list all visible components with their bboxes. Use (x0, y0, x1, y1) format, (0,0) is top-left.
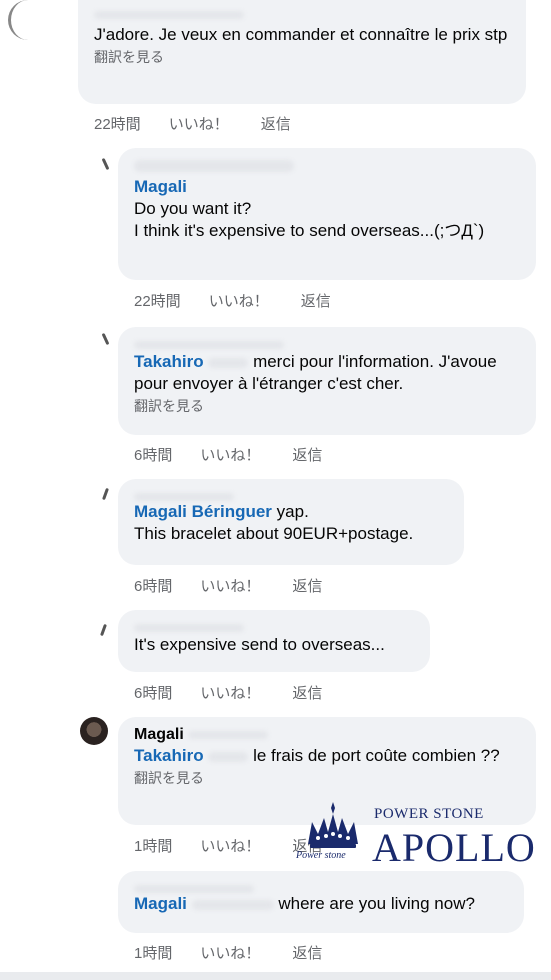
comment-text: Magali Béringuer yap. (134, 502, 309, 521)
redacted-name (134, 340, 284, 349)
comment-text: This bracelet about 90EUR+postage. (134, 524, 414, 543)
see-translation-link[interactable]: 翻訳を見る (134, 768, 520, 788)
comment-bubble: Magali Do you want it? I think it's expe… (118, 148, 536, 280)
comment-actions: 6時間 いいね！ 返信 (134, 575, 350, 596)
like-button[interactable]: いいね！ (169, 113, 229, 134)
comment-actions: 1時間 いいね！ 返信 (134, 942, 350, 963)
comment-actions: 22時間 いいね！ 返信 (94, 113, 319, 134)
comment-text: Takahiro le frais de port coûte combien … (134, 746, 500, 765)
comment-author[interactable]: Magali (134, 726, 184, 743)
like-button[interactable]: いいね！ (200, 835, 260, 856)
like-button[interactable]: いいね！ (200, 444, 260, 465)
reply-button[interactable]: 返信 (292, 575, 322, 596)
comment-text: Do you want it? (134, 199, 252, 218)
reply-button[interactable]: 返信 (261, 113, 291, 134)
timestamp[interactable]: 1時間 (134, 942, 172, 963)
watermark-text-sub: Power stone (296, 850, 346, 861)
comment-actions: 6時間 いいね！ 返信 (134, 682, 350, 703)
mention-link[interactable]: Magali Béringuer (134, 502, 272, 521)
comment-text: Magali where are you living now? (134, 894, 475, 913)
timestamp[interactable]: 1時間 (134, 835, 172, 856)
mention-link[interactable]: Magali (134, 894, 187, 913)
avatar[interactable] (101, 157, 110, 171)
comment-actions: 6時間 いいね！ 返信 (134, 444, 350, 465)
comment-bubble: Magali Béringuer yap. This bracelet abou… (118, 479, 464, 565)
see-translation-link[interactable]: 翻訳を見る (94, 47, 510, 67)
mention-link[interactable]: Magali (134, 176, 520, 198)
redacted-name (134, 492, 234, 501)
like-button[interactable]: いいね！ (200, 682, 260, 703)
comment-bubble: Takahiro merci pour l'information. J'avo… (118, 327, 536, 435)
redacted-name (191, 899, 274, 910)
like-button[interactable]: いいね！ (200, 942, 260, 963)
redacted-name (208, 357, 249, 368)
like-button[interactable]: いいね！ (200, 575, 260, 596)
watermark-logo: POWER STONE APOLLO Power stone (296, 800, 535, 872)
watermark-text-top: POWER STONE (374, 806, 484, 822)
comment-text: It's expensive send to overseas... (134, 635, 385, 654)
redacted-name (134, 884, 254, 893)
reply-button[interactable]: 返信 (292, 682, 322, 703)
comment-bubble: It's expensive send to overseas... (118, 610, 430, 672)
mention-link[interactable]: Takahiro (134, 746, 204, 765)
comment-bubble: J'adore. Je veux en commander et connaît… (78, 0, 526, 104)
timestamp[interactable]: 6時間 (134, 682, 172, 703)
reply-button[interactable]: 返信 (301, 290, 331, 311)
redacted-name (134, 159, 294, 172)
comment-text: J'adore. Je veux en commander et connaît… (94, 25, 508, 44)
comment-text: I think it's expensive to send overseas.… (134, 221, 485, 240)
comment-text: Takahiro merci pour l'information. J'avo… (134, 352, 497, 393)
redacted-name (208, 751, 249, 762)
reply-button[interactable]: 返信 (292, 942, 322, 963)
avatar[interactable] (80, 717, 108, 745)
avatar[interactable] (100, 623, 107, 637)
comment-bubble: Magali where are you living now? (118, 871, 524, 933)
avatar[interactable] (102, 487, 109, 501)
watermark-text-main: APOLLO (372, 825, 536, 870)
avatar[interactable] (101, 332, 110, 346)
bottom-divider (0, 972, 551, 980)
reply-button[interactable]: 返信 (292, 444, 322, 465)
redacted-name (134, 623, 244, 632)
like-button[interactable]: いいね！ (209, 290, 269, 311)
see-translation-link[interactable]: 翻訳を見る (134, 396, 520, 416)
mention-link[interactable]: Takahiro (134, 352, 204, 371)
avatar[interactable] (8, 0, 48, 40)
timestamp[interactable]: 6時間 (134, 444, 172, 465)
redacted-name (94, 10, 244, 19)
timestamp[interactable]: 6時間 (134, 575, 172, 596)
redacted-name (188, 730, 269, 739)
comment-actions: 22時間 いいね！ 返信 (134, 290, 359, 311)
timestamp[interactable]: 22時間 (134, 290, 181, 311)
crown-icon (308, 802, 358, 848)
timestamp[interactable]: 22時間 (94, 113, 141, 134)
